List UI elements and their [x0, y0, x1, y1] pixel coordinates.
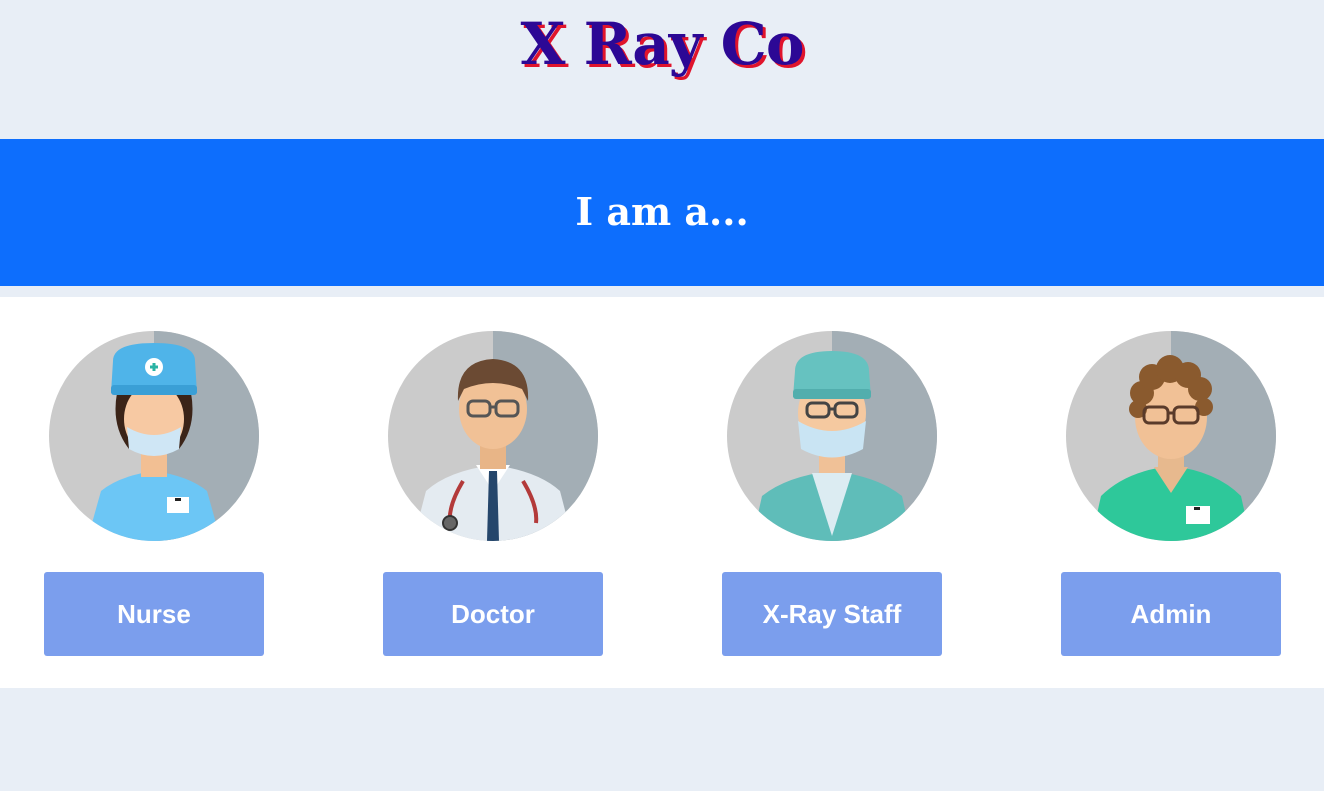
role-prompt-banner: I am a... — [0, 139, 1324, 286]
role-card-admin: Admin — [1061, 297, 1281, 688]
doctor-avatar-icon — [388, 331, 598, 541]
admin-button[interactable]: Admin — [1061, 572, 1281, 656]
page-footer-area — [0, 689, 1324, 791]
role-card-xray-staff: X-Ray Staff — [722, 297, 942, 688]
xray-staff-avatar-icon — [727, 331, 937, 541]
admin-avatar-icon — [1066, 331, 1276, 541]
role-prompt-heading: I am a... — [575, 189, 749, 234]
site-title: X Ray Co — [520, 10, 804, 78]
role-card-nurse: Nurse — [44, 297, 264, 688]
xray-staff-button[interactable]: X-Ray Staff — [722, 572, 942, 656]
nurse-avatar-icon — [49, 331, 259, 541]
role-card-doctor: Doctor — [383, 297, 603, 688]
role-selection-panel: Nurse Doctor X-Ray Staff Admin — [0, 297, 1324, 688]
page-header: X Ray Co — [0, 0, 1324, 138]
nurse-button[interactable]: Nurse — [44, 572, 264, 656]
doctor-button[interactable]: Doctor — [383, 572, 603, 656]
